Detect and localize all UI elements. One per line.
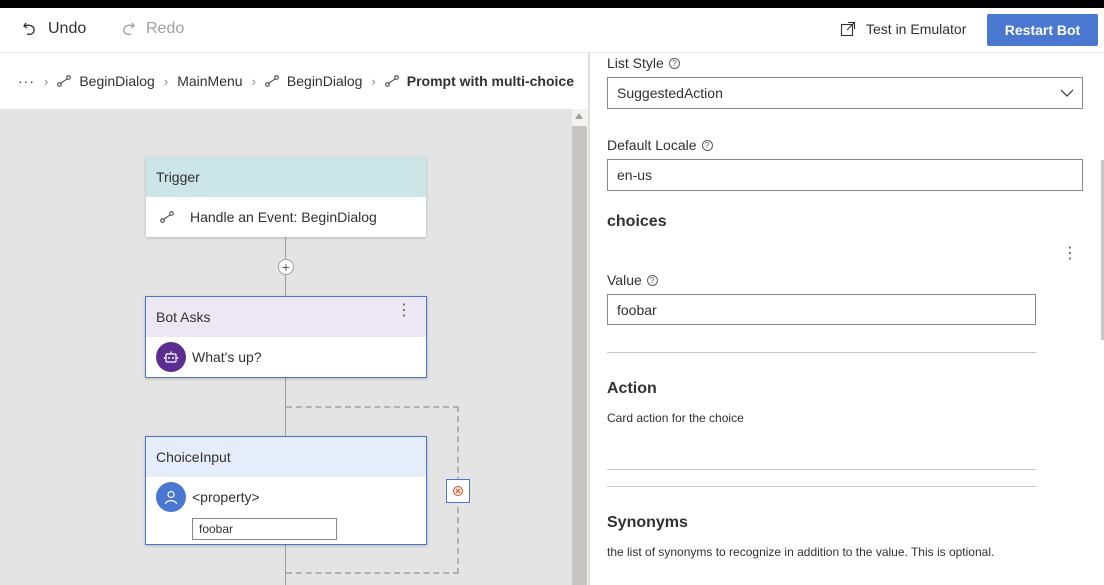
list-style-label-text: List Style bbox=[607, 55, 664, 71]
bot-asks-node[interactable]: Bot Asks ⋮ What's up? bbox=[145, 296, 427, 378]
choice-input-node[interactable]: ChoiceInput <property> foobar bbox=[145, 436, 427, 545]
top-black-bar bbox=[0, 0, 1104, 8]
event-icon bbox=[265, 75, 279, 87]
loop-icon[interactable] bbox=[446, 479, 470, 503]
canvas-scrollbar[interactable] bbox=[572, 109, 588, 585]
chevron-right-icon: › bbox=[251, 73, 256, 89]
undo-icon bbox=[23, 22, 35, 36]
toolbar: Undo Redo Test in Emulator Restart Bot bbox=[0, 8, 1104, 53]
scroll-up-arrow[interactable] bbox=[575, 113, 583, 119]
add-node-button[interactable]: + bbox=[278, 259, 294, 275]
breadcrumb-label: BeginDialog bbox=[79, 73, 155, 89]
action-description: Card action for the choice bbox=[607, 411, 744, 425]
choice-value-chip: foobar bbox=[192, 518, 337, 540]
open-external-icon bbox=[840, 21, 856, 37]
edge-connector bbox=[285, 275, 286, 296]
breadcrumb-item-mainmenu[interactable]: MainMenu bbox=[177, 73, 242, 89]
more-icon[interactable]: ⋮ bbox=[396, 303, 412, 319]
action-section-title: Action bbox=[607, 380, 657, 397]
event-icon bbox=[160, 211, 174, 223]
help-icon[interactable]: ? bbox=[646, 274, 658, 286]
trigger-node-body: Handle an Event: BeginDialog bbox=[146, 197, 426, 237]
default-locale-label: Default Locale ? bbox=[607, 137, 713, 153]
chevron-right-icon: › bbox=[44, 73, 49, 89]
undo-button[interactable]: Undo bbox=[22, 20, 86, 38]
choice-input-body: <property> bbox=[146, 477, 426, 517]
test-in-emulator-button[interactable]: Test in Emulator bbox=[840, 21, 966, 37]
edge-connector bbox=[285, 237, 286, 259]
synonyms-description: the list of synonyms to recognize in add… bbox=[607, 545, 995, 559]
default-locale-label-text: Default Locale bbox=[607, 137, 697, 153]
more-icon[interactable]: ⋮ bbox=[1062, 246, 1078, 262]
help-icon[interactable]: ? bbox=[668, 57, 680, 69]
emulator-label: Test in Emulator bbox=[866, 21, 967, 37]
redo-icon bbox=[123, 22, 135, 36]
event-icon bbox=[57, 75, 72, 87]
restart-bot-button[interactable]: Restart Bot bbox=[987, 14, 1098, 46]
value-label-text: Value bbox=[607, 272, 642, 288]
breadcrumb-item-begindialog-1[interactable]: BeginDialog bbox=[57, 73, 155, 89]
list-style-dropdown[interactable]: SuggestedAction bbox=[607, 77, 1083, 109]
default-locale-input[interactable]: en-us bbox=[607, 159, 1083, 191]
choice-input-property: <property> bbox=[192, 489, 260, 505]
chevron-down-icon bbox=[1060, 89, 1074, 97]
list-style-label: List Style ? bbox=[607, 55, 680, 71]
value-label: Value ? bbox=[607, 272, 658, 288]
divider-line bbox=[607, 486, 1036, 487]
chevron-right-icon: › bbox=[371, 73, 376, 89]
redo-button[interactable]: Redo bbox=[120, 20, 184, 38]
bot-asks-header: Bot Asks ⋮ bbox=[146, 297, 426, 337]
breadcrumb-overflow[interactable]: ··· bbox=[18, 73, 35, 89]
synonyms-section-title: Synonyms bbox=[607, 514, 688, 531]
divider-line bbox=[607, 469, 1036, 470]
breadcrumb-current-label: Prompt with multi-choice bbox=[406, 73, 574, 89]
bot-icon bbox=[156, 342, 186, 372]
breadcrumb-current: Prompt with multi-choice bbox=[384, 73, 574, 89]
breadcrumb: ··· › BeginDialog › MainMenu › BeginDial… bbox=[0, 53, 588, 109]
trigger-event-label: Handle an Event: BeginDialog bbox=[190, 209, 377, 225]
choices-section-title: choices bbox=[607, 213, 667, 230]
user-icon bbox=[156, 482, 186, 512]
breadcrumb-label: BeginDialog bbox=[286, 73, 363, 89]
trigger-node-header: Trigger bbox=[146, 157, 426, 197]
bot-asks-message: What's up? bbox=[192, 349, 262, 365]
choice-input-header: ChoiceInput bbox=[146, 437, 426, 477]
redo-label: Redo bbox=[146, 20, 185, 37]
help-icon[interactable]: ? bbox=[701, 139, 713, 151]
bot-asks-title: Bot Asks bbox=[156, 309, 211, 325]
value-input[interactable]: foobar bbox=[607, 294, 1036, 325]
bot-asks-body: What's up? bbox=[146, 337, 426, 377]
scroll-thumb[interactable] bbox=[572, 126, 587, 585]
list-style-value: SuggestedAction bbox=[617, 85, 723, 101]
trigger-node[interactable]: Trigger Handle an Event: BeginDialog bbox=[146, 157, 426, 237]
undo-label: Undo bbox=[48, 20, 87, 37]
divider-line bbox=[607, 352, 1036, 353]
chevron-right-icon: › bbox=[163, 73, 169, 89]
event-icon bbox=[384, 75, 399, 87]
breadcrumb-item-begindialog-2[interactable]: BeginDialog bbox=[265, 73, 363, 89]
